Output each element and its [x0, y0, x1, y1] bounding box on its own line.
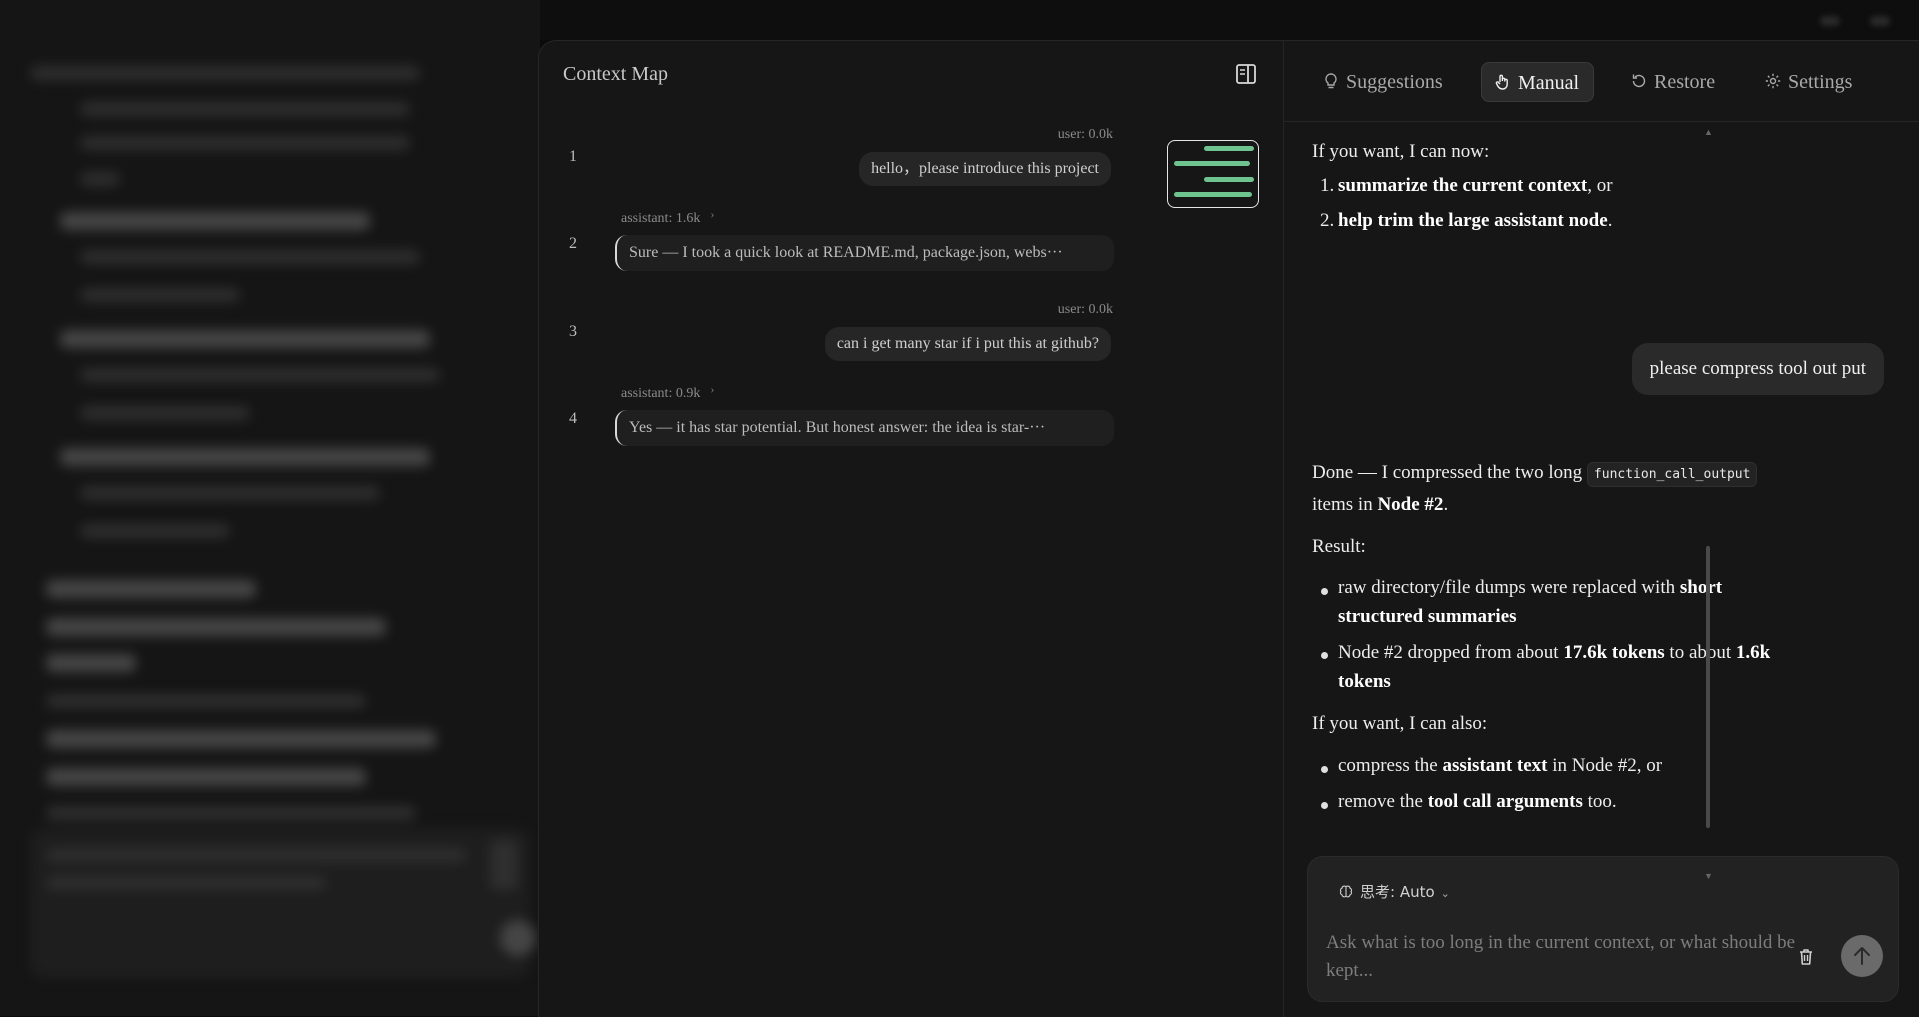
minimap-line	[1204, 146, 1254, 151]
bullet	[1321, 652, 1328, 659]
tab-manual[interactable]: Manual	[1481, 62, 1595, 102]
gear-icon	[1765, 73, 1781, 89]
assistant-node-bubble[interactable]: Sure — I took a quick look at README.md,…	[615, 235, 1114, 271]
composer: 思考: Auto ⌄	[1307, 856, 1899, 1002]
minimap-line	[1174, 161, 1250, 166]
assistant-node-bubble[interactable]: Yes — it has star potential. But honest …	[615, 410, 1114, 446]
context-question-input[interactable]	[1324, 927, 1798, 995]
tab-bar: Suggestions Manual Restore Settings	[1284, 41, 1919, 122]
tab-settings[interactable]: Settings	[1764, 62, 1852, 102]
sidebar-toggle-icon[interactable]	[1235, 63, 1257, 85]
assistant-text: If you want, I can also:	[1312, 713, 1488, 734]
background-app-blurred	[0, 0, 540, 1016]
bullet	[1321, 802, 1328, 809]
context-map-title: Context Map	[563, 63, 668, 85]
thinking-value: Auto	[1399, 883, 1435, 901]
chat-scrollbar[interactable]: ▲ ▼	[1703, 127, 1713, 881]
user-node-bubble[interactable]: hello，please introduce this project	[859, 152, 1111, 186]
node-index: 3	[569, 323, 577, 340]
arrow-up-icon	[1854, 947, 1870, 965]
context-map: Context Map 1 user: 0.0k hello，please in…	[539, 41, 1284, 1017]
tab-restore[interactable]: Restore	[1630, 62, 1715, 102]
assistant-text: Done — I compressed the two long functio…	[1312, 462, 1758, 487]
tab-label: Manual	[1518, 72, 1580, 94]
list-item: raw directory/file dumps were replaced w…	[1338, 577, 1723, 598]
user-node-bubble[interactable]: can i get many star if i put this at git…	[824, 327, 1111, 361]
tab-label: Restore	[1654, 71, 1716, 93]
thinking-mode-selector[interactable]: 思考: Auto ⌄	[1338, 881, 1450, 902]
tab-suggestions[interactable]: Suggestions	[1322, 62, 1443, 102]
node-meta: assistant: 0.9k ›	[621, 382, 715, 401]
trash-icon[interactable]	[1796, 946, 1816, 968]
chat-thread: If you want, I can now: 1. summarize the…	[1284, 122, 1919, 870]
context-minimap[interactable]	[1167, 140, 1259, 208]
list-item: structured summaries	[1338, 606, 1517, 627]
node-meta: user: 0.0k	[1057, 302, 1113, 317]
scroll-thumb[interactable]	[1706, 546, 1710, 828]
chevron-right-icon[interactable]: ›	[710, 382, 714, 397]
list-item: help trim the large assistant node.	[1338, 210, 1613, 231]
bullet	[1321, 766, 1328, 773]
send-button[interactable]	[1841, 935, 1883, 977]
node-index: 1	[569, 148, 577, 165]
assistant-text: If you want, I can now:	[1312, 141, 1490, 162]
chevron-down-icon: ⌄	[1440, 887, 1450, 900]
thinking-label: 思考:	[1360, 883, 1396, 901]
list-item: compress the assistant text in Node #2, …	[1338, 755, 1663, 776]
chevron-right-icon[interactable]: ›	[710, 207, 714, 222]
bullet	[1321, 588, 1328, 595]
list-number: 1.	[1320, 175, 1335, 196]
minimap-line	[1174, 192, 1252, 197]
list-item: summarize the current context, or	[1338, 175, 1613, 196]
assistant-text: items in Node #2.	[1312, 494, 1449, 515]
list-item: remove the tool call arguments too.	[1338, 791, 1617, 812]
user-message-bubble: please compress tool out put	[1631, 343, 1884, 395]
scroll-down-arrow-icon[interactable]: ▼	[1704, 871, 1713, 881]
list-number: 2.	[1320, 210, 1335, 231]
inline-code: function_call_output	[1586, 462, 1758, 487]
context-panel: Context Map 1 user: 0.0k hello，please in…	[538, 40, 1919, 1017]
list-item: tokens	[1338, 671, 1391, 692]
minimap-line	[1204, 177, 1254, 182]
node-meta: user: 0.0k	[1057, 127, 1113, 142]
restore-icon	[1632, 74, 1646, 88]
lightbulb-icon	[1325, 73, 1337, 89]
tab-label: Settings	[1788, 71, 1853, 93]
hand-pointer-icon	[1495, 74, 1508, 90]
assistant-pane: Suggestions Manual Restore Settings If y…	[1284, 41, 1919, 1017]
node-index: 2	[569, 235, 577, 252]
assistant-text: Result:	[1312, 536, 1366, 557]
tab-label: Suggestions	[1346, 71, 1443, 93]
brain-icon	[1339, 885, 1353, 898]
node-meta: assistant: 1.6k ›	[621, 207, 715, 226]
scroll-up-arrow-icon[interactable]: ▲	[1704, 127, 1713, 137]
node-index: 4	[569, 410, 577, 427]
